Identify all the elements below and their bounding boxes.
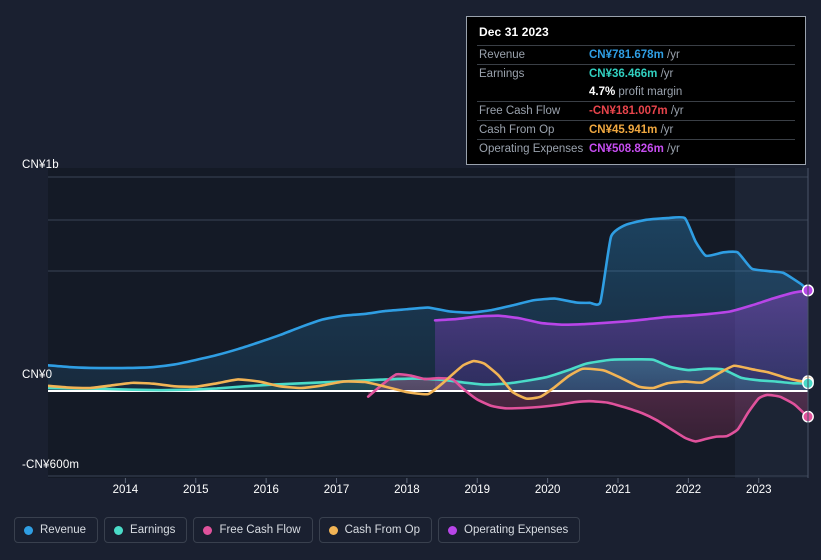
tooltip-row: Operating Expenses CN¥508.826m /yr — [477, 139, 795, 158]
x-axis-label: 2014 — [112, 484, 139, 496]
x-axis-label: 2023 — [745, 484, 772, 496]
x-axis-label: 2020 — [534, 484, 561, 496]
legend-item-operating-expenses[interactable]: Operating Expenses — [438, 517, 581, 543]
tooltip-date: Dec 31 2023 — [479, 25, 549, 39]
x-axis-label: 2022 — [675, 484, 702, 496]
tooltip-table: Revenue CN¥781.678m /yr Earnings CN¥36.466m… — [477, 45, 795, 158]
legend-label: Revenue — [40, 524, 87, 536]
y-axis-label-min: -CN¥600m — [22, 459, 80, 471]
tooltip-row-value: CN¥36.466m /yr — [587, 64, 795, 83]
legend-item-cash-from-op[interactable]: Cash From Op — [318, 517, 433, 543]
x-axis: 2014 2015 2016 2017 2018 2019 2020 2021 2022 2023 — [0, 484, 821, 502]
financial-chart-widget: CN¥1b CN¥0 -CN¥600m 2014 2015 2016 2017 2018… — [0, 0, 821, 560]
tooltip-row-value: CN¥781.678m /yr — [587, 45, 795, 65]
x-axis-label: 2018 — [394, 484, 420, 496]
tooltip-row: Free Cash Flow -CN¥181.007m /yr — [477, 101, 795, 121]
legend-item-free-cash-flow[interactable]: Free Cash Flow — [193, 517, 313, 543]
tooltip-row-label — [477, 83, 587, 102]
legend-label: Earnings — [130, 524, 176, 536]
x-axis-label: 2016 — [253, 484, 279, 496]
chart-legend[interactable]: Revenue Earnings Free Cash Flow Cash From O… — [14, 517, 581, 543]
chart-tooltip: Dec 31 2023 Revenue CN¥781.678m /yr Earnin… — [466, 16, 806, 165]
legend-item-earnings[interactable]: Earnings — [104, 517, 188, 543]
legend-color-dot — [448, 525, 458, 535]
legend-item-revenue[interactable]: Revenue — [14, 517, 99, 543]
legend-color-dot — [114, 525, 124, 535]
tooltip-row-value: CN¥45.941m /yr — [587, 120, 795, 140]
tooltip-row-label: Revenue — [477, 45, 587, 65]
tooltip-row-label: Cash From Op — [477, 120, 587, 140]
x-axis-ticks — [124, 478, 760, 483]
tooltip-row-label: Earnings — [477, 64, 587, 83]
tooltip-row-value: 4.7% profit margin — [589, 86, 683, 98]
legend-label: Free Cash Flow — [219, 524, 301, 536]
y-axis-label-zero: CN¥0 — [22, 369, 53, 381]
tooltip-row: 4.7% profit margin — [477, 83, 795, 102]
legend-color-dot — [203, 525, 213, 535]
tooltip-row-value: -CN¥181.007m /yr — [587, 101, 795, 121]
legend-color-dot — [24, 525, 33, 535]
x-axis-label: 2021 — [605, 484, 631, 496]
tooltip-row: Earnings CN¥36.466m /yr — [477, 64, 795, 83]
x-axis-label: 2015 — [182, 484, 209, 496]
tooltip-row: Revenue CN¥781.678m /yr — [477, 45, 795, 65]
tooltip-row-label: Free Cash Flow — [477, 101, 587, 121]
legend-color-dot — [328, 525, 338, 535]
y-axis-label-max: CN¥1b — [22, 159, 59, 171]
tooltip-row-label: Operating Expenses — [477, 139, 587, 158]
x-axis-label: 2017 — [323, 484, 350, 496]
x-axis-label: 2019 — [464, 484, 491, 496]
tooltip-row-value: CN¥508.826m /yr — [587, 139, 795, 158]
legend-label: Operating Expenses — [464, 524, 569, 536]
legend-label: Cash From Op — [344, 524, 421, 536]
tooltip-row: Cash From Op CN¥45.941m /yr — [477, 120, 795, 140]
